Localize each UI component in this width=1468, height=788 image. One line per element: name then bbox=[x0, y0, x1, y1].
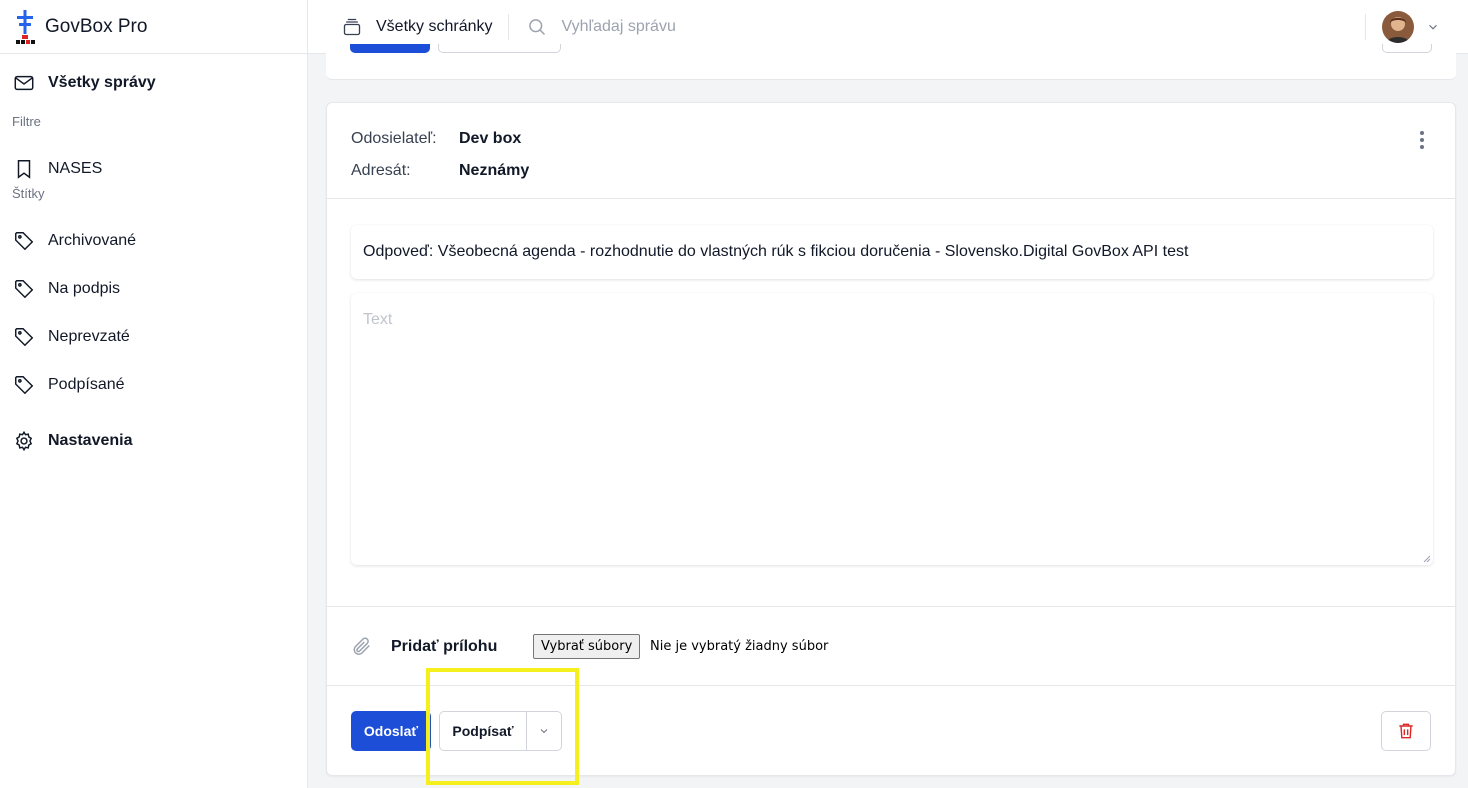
sender-label: Odosielateľ: bbox=[351, 130, 437, 147]
send-button[interactable]: Odoslať bbox=[351, 711, 431, 751]
previous-delete-button[interactable] bbox=[1382, 44, 1432, 53]
sign-button-group: Podpísať bbox=[439, 711, 562, 751]
message-body-field bbox=[351, 293, 1433, 565]
divider bbox=[1365, 14, 1366, 40]
sidebar-item-not-received[interactable]: Neprevzaté bbox=[0, 313, 307, 361]
resize-handle-icon[interactable] bbox=[1423, 555, 1431, 563]
sidebar-item-label: Na podpis bbox=[48, 280, 121, 297]
choose-files-button[interactable]: Vybrať súbory bbox=[533, 634, 641, 659]
tag-icon bbox=[12, 229, 36, 253]
recipient-value: Neznámy bbox=[459, 162, 530, 179]
sidebar-item-label: Nastavenia bbox=[48, 432, 133, 449]
message-meta: Odosielateľ: Dev box Adresát: Neznámy bbox=[327, 103, 1455, 199]
mailbox-switcher-label: Všetky schránky bbox=[376, 17, 493, 35]
more-options-icon[interactable] bbox=[1419, 131, 1425, 149]
avatar[interactable] bbox=[1382, 11, 1414, 43]
chevron-down-icon[interactable] bbox=[1426, 20, 1440, 34]
previous-send-button[interactable] bbox=[350, 44, 430, 53]
main-content: Odosielateľ: Dev box Adresát: Neznámy Od… bbox=[308, 44, 1468, 788]
previous-draft-card bbox=[326, 44, 1456, 80]
gear-icon bbox=[12, 429, 36, 453]
search-icon bbox=[527, 17, 547, 37]
brand[interactable]: GovBox Pro bbox=[0, 0, 307, 54]
sidebar-item-signed[interactable]: Podpísané bbox=[0, 361, 307, 409]
paperclip-icon bbox=[351, 635, 373, 662]
sidebar: GovBox Pro Všetky správy Filtre NASES Št… bbox=[0, 0, 308, 788]
attachment-row: Pridať prílohu Vybrať súbory Nie je vybr… bbox=[327, 606, 1455, 686]
sidebar-item-label: Neprevzaté bbox=[48, 328, 130, 345]
chevron-down-icon bbox=[540, 729, 548, 734]
sign-dropdown-toggle[interactable] bbox=[527, 712, 561, 750]
govbox-logo-icon bbox=[16, 9, 35, 44]
brand-name: GovBox Pro bbox=[45, 15, 148, 37]
sidebar-item-label: NASES bbox=[48, 160, 103, 177]
sender-value: Dev box bbox=[459, 130, 522, 147]
message-body-input[interactable] bbox=[363, 311, 1421, 547]
recipient-row: Adresát: Neznámy bbox=[351, 162, 529, 180]
message-draft-card: Odosielateľ: Dev box Adresát: Neznámy Od… bbox=[326, 102, 1456, 776]
inbox-stack-icon bbox=[342, 17, 362, 37]
subject-field[interactable]: Odpoveď: Všeobecná agenda - rozhodnutie … bbox=[351, 225, 1433, 279]
bookmark-icon bbox=[12, 157, 36, 181]
search bbox=[527, 17, 862, 37]
tag-icon bbox=[12, 325, 36, 349]
sidebar-item-all-messages[interactable]: Všetky správy bbox=[0, 59, 307, 107]
envelope-icon bbox=[12, 71, 36, 95]
sidebar-item-archived[interactable]: Archivované bbox=[0, 217, 307, 265]
filters-section-label: Filtre bbox=[12, 114, 41, 129]
sign-button[interactable]: Podpísať bbox=[440, 712, 527, 750]
tags-section-label: Štítky bbox=[12, 186, 45, 201]
search-input[interactable] bbox=[561, 17, 862, 36]
previous-sign-button-group[interactable] bbox=[438, 44, 561, 53]
sidebar-item-label: Všetky správy bbox=[48, 74, 156, 91]
add-attachment-label: Pridať prílohu bbox=[391, 638, 498, 655]
tag-icon bbox=[12, 373, 36, 397]
trash-icon bbox=[1399, 723, 1413, 739]
sidebar-item-label: Podpísané bbox=[48, 376, 125, 393]
sidebar-item-settings[interactable]: Nastavenia bbox=[0, 417, 307, 465]
delete-button[interactable] bbox=[1381, 711, 1431, 751]
sender-row: Odosielateľ: Dev box bbox=[351, 130, 521, 148]
sidebar-item-to-sign[interactable]: Na podpis bbox=[0, 265, 307, 313]
sidebar-item-label: Archivované bbox=[48, 232, 137, 249]
divider bbox=[508, 13, 510, 40]
file-status-text: Nie je vybratý žiadny súbor bbox=[650, 639, 829, 654]
recipient-label: Adresát: bbox=[351, 162, 411, 179]
tag-icon bbox=[12, 277, 36, 301]
action-bar: Odoslať Podpísať bbox=[327, 686, 1455, 776]
mailbox-switcher[interactable]: Všetky schránky bbox=[342, 17, 492, 37]
